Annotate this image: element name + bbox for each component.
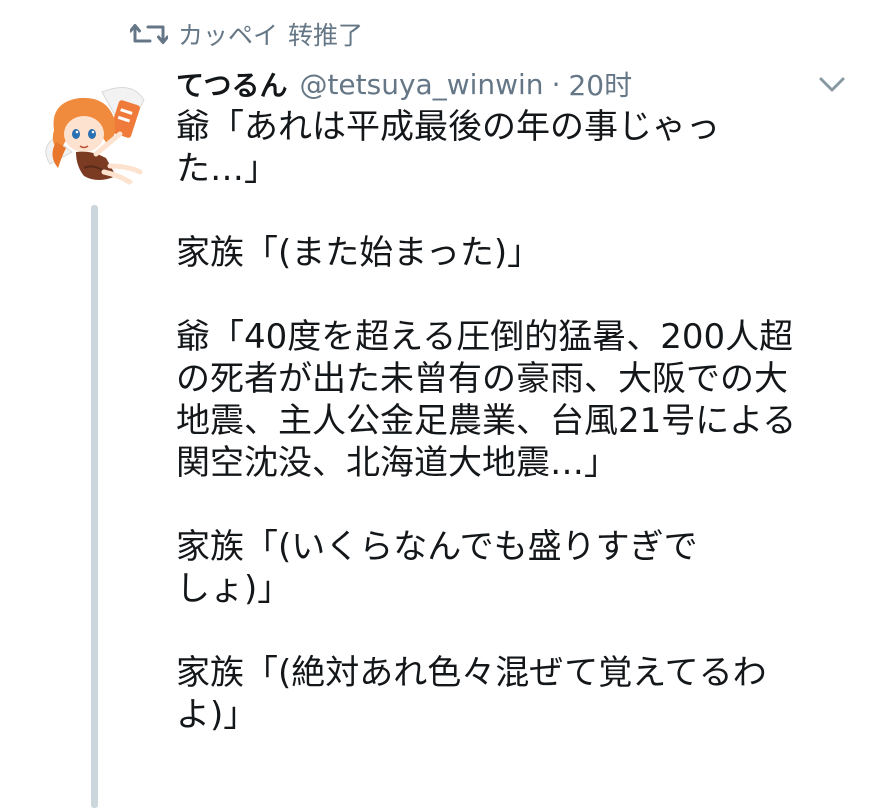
- user-handle[interactable]: @tetsuya_winwin: [299, 68, 543, 101]
- tweet-line: の死者が出た未曾有の豪雨、大阪での大: [176, 359, 788, 399]
- retweet-context: カッペイ 转推了: [129, 16, 364, 52]
- thread-line: [91, 205, 98, 808]
- separator-dot: ·: [551, 67, 561, 101]
- tweet-line: 地震、主人公金足農業、台風21号による: [176, 401, 797, 441]
- tweet-line: よ)」: [176, 695, 258, 735]
- tweet-paragraph: 爺「40度を超える圧倒的猛暑、200人超 の死者が出た未曾有の豪雨、大阪での大 …: [176, 316, 856, 484]
- chevron-down-icon[interactable]: [816, 74, 848, 96]
- tweet-line: しょ)」: [176, 569, 292, 609]
- tweet-line: た…」: [176, 149, 278, 189]
- tweet-text: 爺「あれは平成最後の年の事じゃっ た…」 家族「(また始まった)」 爺「40度を…: [176, 106, 856, 778]
- tweet-line: 家族「(絶対あれ色々混ぜて覚えてるわ: [176, 653, 767, 693]
- tweet-header: てつるん @tetsuya_winwin · 20时: [176, 64, 632, 104]
- retweet-icon: [129, 20, 169, 48]
- retweeter-name[interactable]: カッペイ: [178, 16, 278, 52]
- tweet-paragraph: 爺「あれは平成最後の年の事じゃっ た…」: [176, 106, 856, 190]
- tweet-line: 爺「40度を超える圧倒的猛暑、200人超: [176, 317, 794, 357]
- tweet-line: 家族「(また始まった)」: [176, 233, 542, 273]
- tweet-line: 爺「あれは平成最後の年の事じゃっ: [176, 107, 720, 147]
- tweet-paragraph: 家族「(絶対あれ色々混ぜて覚えてるわ よ)」: [176, 652, 856, 736]
- display-name[interactable]: てつるん: [176, 64, 287, 104]
- tweet-paragraph: 家族「(いくらなんでも盛りすぎで しょ)」: [176, 526, 856, 610]
- tweet-paragraph: 家族「(また始まった)」: [176, 232, 856, 274]
- tweet-timestamp[interactable]: 20时: [568, 64, 632, 104]
- avatar[interactable]: [32, 72, 156, 196]
- tweet-line: 関空沈没、北海道大地震…」: [176, 443, 618, 483]
- retweet-action-label: 转推了: [288, 21, 364, 50]
- tweet-line: 家族「(いくらなんでも盛りすぎで: [176, 527, 698, 567]
